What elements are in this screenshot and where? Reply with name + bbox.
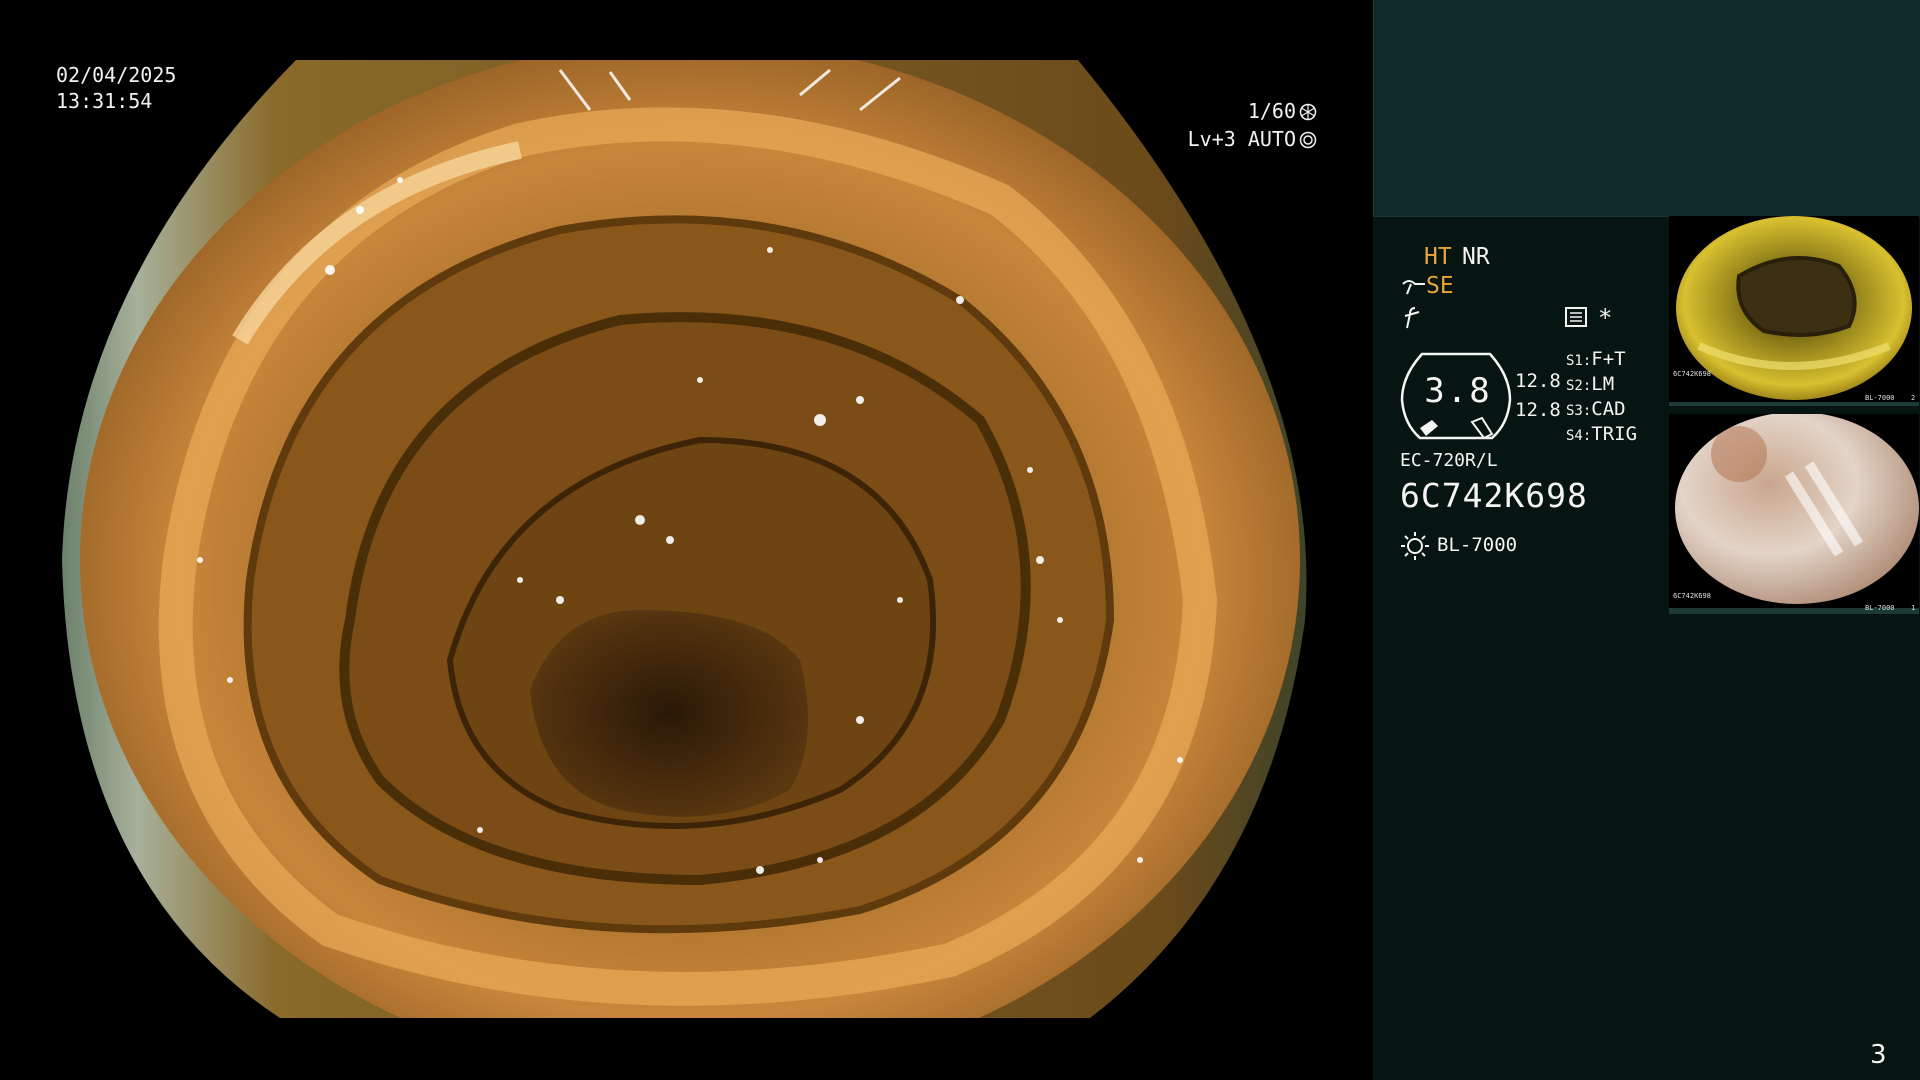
switch-value: LM [1591,373,1615,395]
ht-indicator: HT [1424,244,1452,270]
switch-s2: S2:LM [1566,373,1614,395]
light-source-icon [1401,532,1429,560]
se-indicator: SE [1426,273,1454,299]
switch-s1: S1:F+T [1566,348,1626,370]
switch-key: S3: [1566,403,1592,419]
date-readout: 02/04/2025 [56,63,177,87]
switch-s4: S4:TRIG [1566,423,1637,445]
auto-iris-icon [1299,131,1317,149]
panel-header-band [1373,0,1920,216]
endoscopic-image [62,60,1307,1018]
enhance-icon [1402,280,1425,295]
star-indicator: * [1598,304,1613,332]
shutter-value: 1/60 [1247,99,1296,123]
shutter-readout: 1/60 [1248,99,1317,123]
switch-value: CAD [1591,398,1626,420]
memo-icon [1565,307,1587,327]
thumbnail-image [1669,414,1919,614]
endoscope-live-view: 02/04/2025 13:31:54 1/60 Lv+3 AUTO [0,0,1373,1080]
thumbnail-light-source: BL-7000 [1865,604,1895,612]
switch-key: S4: [1566,428,1592,444]
time-readout: 13:31:54 [56,89,153,113]
captured-thumbnail[interactable]: 6C742K698 BL-7000 1 [1669,414,1919,614]
value-readout-1: 12.8 [1515,370,1561,392]
thumbnail-light-source: BL-7000 [1865,394,1895,402]
light-source-model: BL-7000 [1437,534,1518,556]
level-value: Lv+3 AUTO [1187,127,1296,151]
thumbnail-index: 2 [1911,394,1916,402]
scope-serial: 6C742K698 [1400,476,1588,515]
freeze-icon [1404,307,1420,329]
switch-value: TRIG [1591,423,1638,445]
switch-key: S2: [1566,378,1592,394]
nr-indicator: NR [1462,244,1490,270]
value-readout-2: 12.8 [1515,399,1561,421]
thumbnail-serial: 6C742K698 [1673,592,1711,600]
status-panel: HT NR SE * 3.8 12.8 12.8 S1:F+T S2:LM S3… [1373,0,1920,1080]
thumbnail-index: 1 [1911,604,1916,612]
captured-thumbnail[interactable]: 6C742K698 BL-7000 2 [1669,216,1919,406]
switch-s3: S3:CAD [1566,398,1626,420]
switch-value: F+T [1591,348,1626,370]
zoom-value: 3.8 [1424,371,1492,411]
brightness-level-readout: Lv+3 AUTO [1188,127,1317,151]
scope-model: EC-720R/L [1400,450,1498,471]
switch-key: S1: [1566,353,1592,369]
shutter-icon [1299,103,1317,121]
thumbnail-serial: 6C742K698 [1673,370,1711,378]
page-number: 3 [1870,1040,1887,1070]
